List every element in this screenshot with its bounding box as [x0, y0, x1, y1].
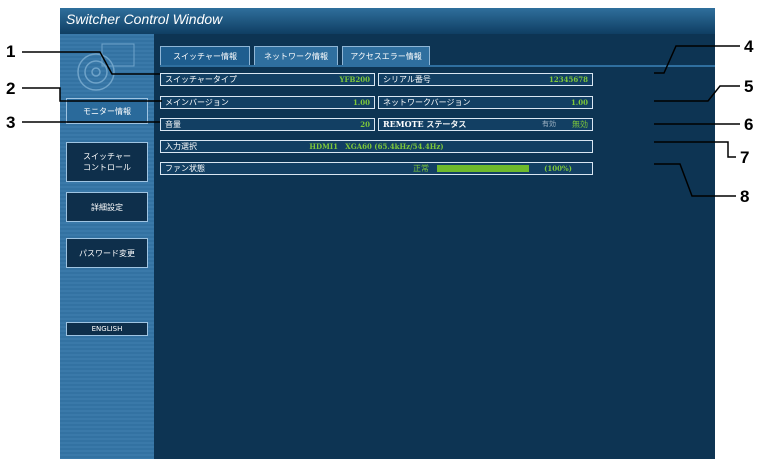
callout-3: 3 — [6, 113, 16, 132]
callout-5: 5 — [744, 77, 754, 96]
callout-4: 4 — [744, 37, 754, 56]
callout-8: 8 — [740, 187, 750, 206]
callout-lines — [22, 45, 740, 197]
callout-2: 2 — [6, 79, 16, 98]
callout-7: 7 — [740, 148, 750, 167]
callout-6: 6 — [744, 115, 754, 134]
callout-1: 1 — [6, 42, 16, 61]
